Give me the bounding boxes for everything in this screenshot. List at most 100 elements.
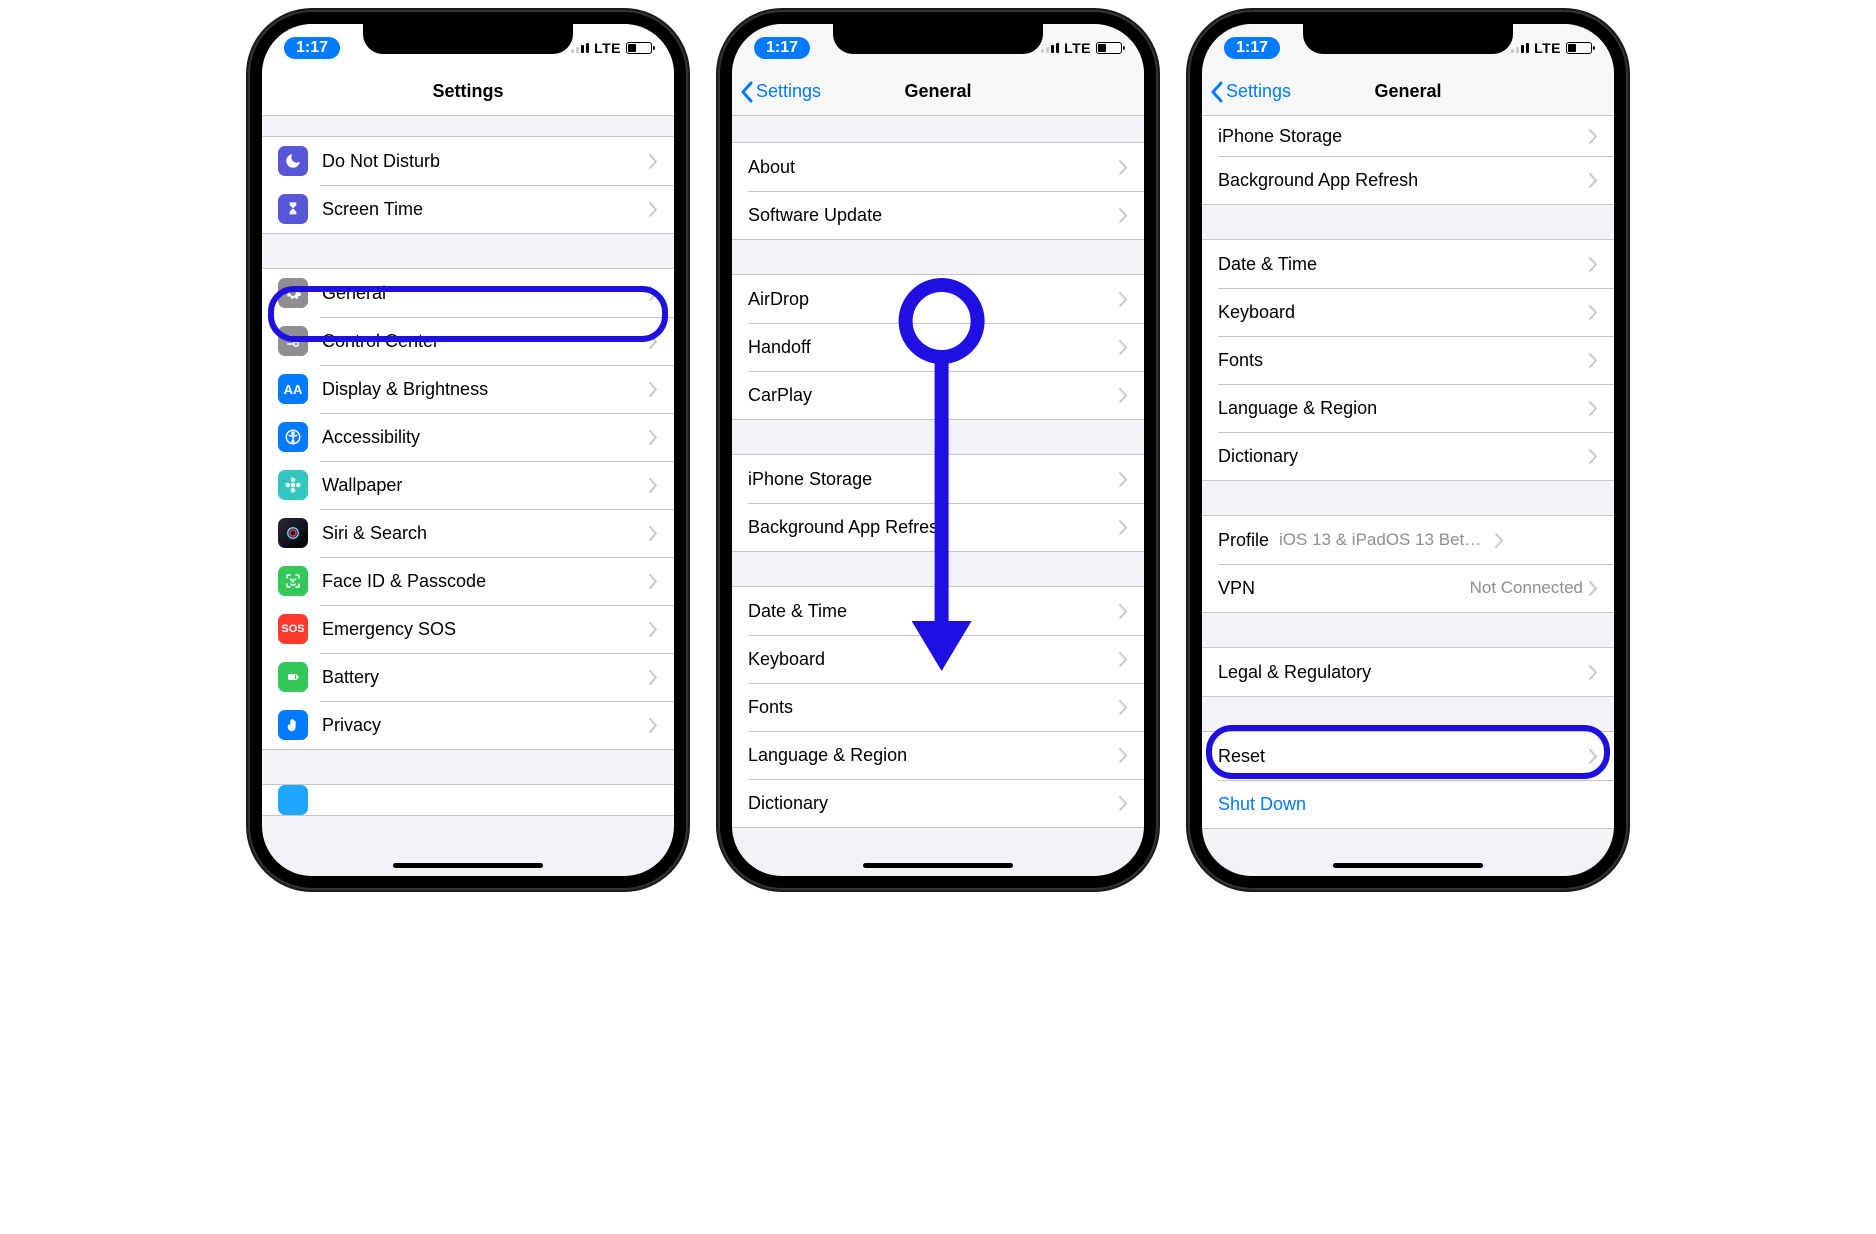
row-accessibility[interactable]: Accessibility bbox=[262, 413, 674, 461]
chevron-right-icon bbox=[1119, 520, 1128, 535]
chevron-right-icon bbox=[1589, 581, 1598, 596]
chevron-right-icon bbox=[1119, 208, 1128, 223]
row-iphone-storage[interactable]: iPhone Storage bbox=[732, 455, 1144, 503]
chevron-right-icon bbox=[649, 334, 658, 349]
chevron-right-icon bbox=[1119, 604, 1128, 619]
signal-icon bbox=[571, 43, 589, 53]
row-iphone-storage[interactable]: iPhone Storage bbox=[1202, 116, 1614, 156]
notch bbox=[363, 24, 573, 54]
phone-frame-3: 1:17 LTE Settings General iPhone Storage… bbox=[1188, 10, 1628, 890]
screen-3: 1:17 LTE Settings General iPhone Storage… bbox=[1202, 24, 1614, 876]
row-label: Face ID & Passcode bbox=[322, 571, 649, 592]
chevron-right-icon bbox=[1119, 652, 1128, 667]
row-siri-search[interactable]: Siri & Search bbox=[262, 509, 674, 557]
home-indicator[interactable] bbox=[863, 863, 1013, 868]
row-shut-down[interactable]: Shut Down bbox=[1202, 780, 1614, 828]
row-profile[interactable]: ProfileiOS 13 & iPadOS 13 Beta Softwar..… bbox=[1202, 516, 1614, 564]
notch bbox=[1303, 24, 1513, 54]
status-right: LTE bbox=[1511, 40, 1592, 56]
chevron-right-icon bbox=[649, 622, 658, 637]
row-label: Battery bbox=[322, 667, 649, 688]
row-label: Screen Time bbox=[322, 199, 649, 220]
row-fonts[interactable]: Fonts bbox=[1202, 336, 1614, 384]
row-handoff[interactable]: Handoff bbox=[732, 323, 1144, 371]
row-dictionary[interactable]: Dictionary bbox=[1202, 432, 1614, 480]
row-label: Emergency SOS bbox=[322, 619, 649, 640]
carrier-label: LTE bbox=[1064, 40, 1091, 56]
row-fonts[interactable]: Fonts bbox=[732, 683, 1144, 731]
time-pill: 1:17 bbox=[754, 37, 810, 59]
row-keyboard[interactable]: Keyboard bbox=[1202, 288, 1614, 336]
row-vpn[interactable]: VPNNot Connected bbox=[1202, 564, 1614, 612]
home-indicator[interactable] bbox=[393, 863, 543, 868]
row-do-not-disturb[interactable]: Do Not Disturb bbox=[262, 137, 674, 185]
chevron-right-icon bbox=[1119, 160, 1128, 175]
back-label: Settings bbox=[756, 81, 821, 102]
back-label: Settings bbox=[1226, 81, 1291, 102]
row-display-brightness[interactable]: AA Display & Brightness bbox=[262, 365, 674, 413]
battery-icon bbox=[626, 42, 652, 54]
chevron-right-icon bbox=[1119, 748, 1128, 763]
signal-icon bbox=[1041, 43, 1059, 53]
appstore-icon bbox=[278, 785, 308, 815]
chevron-right-icon bbox=[1589, 353, 1598, 368]
faceid-icon bbox=[278, 566, 308, 596]
row-battery[interactable]: Battery bbox=[262, 653, 674, 701]
row-date-time[interactable]: Date & Time bbox=[1202, 240, 1614, 288]
row-detail: Not Connected bbox=[1470, 578, 1583, 598]
row-general[interactable]: General bbox=[262, 269, 674, 317]
row-dictionary[interactable]: Dictionary bbox=[732, 779, 1144, 827]
row-label: Privacy bbox=[322, 715, 649, 736]
row-carplay[interactable]: CarPlay bbox=[732, 371, 1144, 419]
phone-frame-2: 1:17 LTE Settings General About Software… bbox=[718, 10, 1158, 890]
row-date-time[interactable]: Date & Time bbox=[732, 587, 1144, 635]
battery-icon bbox=[1566, 42, 1592, 54]
back-button[interactable]: Settings bbox=[740, 81, 821, 103]
general-list[interactable]: About Software Update AirDrop Handoff Ca… bbox=[732, 116, 1144, 862]
row-software-update[interactable]: Software Update bbox=[732, 191, 1144, 239]
row-wallpaper[interactable]: Wallpaper bbox=[262, 461, 674, 509]
chevron-right-icon bbox=[649, 286, 658, 301]
row-label: Do Not Disturb bbox=[322, 151, 649, 172]
row-screen-time[interactable]: Screen Time bbox=[262, 185, 674, 233]
chevron-right-icon bbox=[649, 430, 658, 445]
chevron-right-icon bbox=[1119, 292, 1128, 307]
chevron-right-icon bbox=[649, 154, 658, 169]
general-list-scrolled[interactable]: iPhone Storage Background App Refresh Da… bbox=[1202, 116, 1614, 862]
chevron-right-icon bbox=[649, 718, 658, 733]
row-background-app-refresh[interactable]: Background App Refresh bbox=[1202, 156, 1614, 204]
nav-bar: Settings bbox=[262, 68, 674, 116]
row-language-region[interactable]: Language & Region bbox=[732, 731, 1144, 779]
chevron-right-icon bbox=[649, 202, 658, 217]
row-emergency-sos[interactable]: SOS Emergency SOS bbox=[262, 605, 674, 653]
row-reset[interactable]: Reset bbox=[1202, 732, 1614, 780]
chevron-right-icon bbox=[1119, 388, 1128, 403]
row-language-region[interactable]: Language & Region bbox=[1202, 384, 1614, 432]
row-label: Wallpaper bbox=[322, 475, 649, 496]
row-privacy[interactable]: Privacy bbox=[262, 701, 674, 749]
row-peek[interactable] bbox=[262, 785, 674, 815]
row-keyboard[interactable]: Keyboard bbox=[732, 635, 1144, 683]
chevron-right-icon bbox=[1119, 796, 1128, 811]
accessibility-icon bbox=[278, 422, 308, 452]
row-legal-regulatory[interactable]: Legal & Regulatory bbox=[1202, 648, 1614, 696]
chevron-right-icon bbox=[1589, 401, 1598, 416]
battery-icon bbox=[278, 662, 308, 692]
chevron-right-icon bbox=[649, 574, 658, 589]
row-background-app-refresh[interactable]: Background App Refresh bbox=[732, 503, 1144, 551]
chevron-right-icon bbox=[1589, 749, 1598, 764]
back-button[interactable]: Settings bbox=[1210, 81, 1291, 103]
settings-list[interactable]: Do Not Disturb Screen Time bbox=[262, 116, 674, 862]
row-airdrop[interactable]: AirDrop bbox=[732, 275, 1144, 323]
row-control-center[interactable]: Control Center bbox=[262, 317, 674, 365]
row-about[interactable]: About bbox=[732, 143, 1144, 191]
home-indicator[interactable] bbox=[1333, 863, 1483, 868]
chevron-right-icon bbox=[649, 526, 658, 541]
chevron-right-icon bbox=[1589, 449, 1598, 464]
row-faceid-passcode[interactable]: Face ID & Passcode bbox=[262, 557, 674, 605]
chevron-right-icon bbox=[649, 382, 658, 397]
chevron-right-icon bbox=[649, 478, 658, 493]
chevron-right-icon bbox=[1495, 533, 1504, 548]
chevron-right-icon bbox=[1589, 173, 1598, 188]
gear-icon bbox=[278, 278, 308, 308]
